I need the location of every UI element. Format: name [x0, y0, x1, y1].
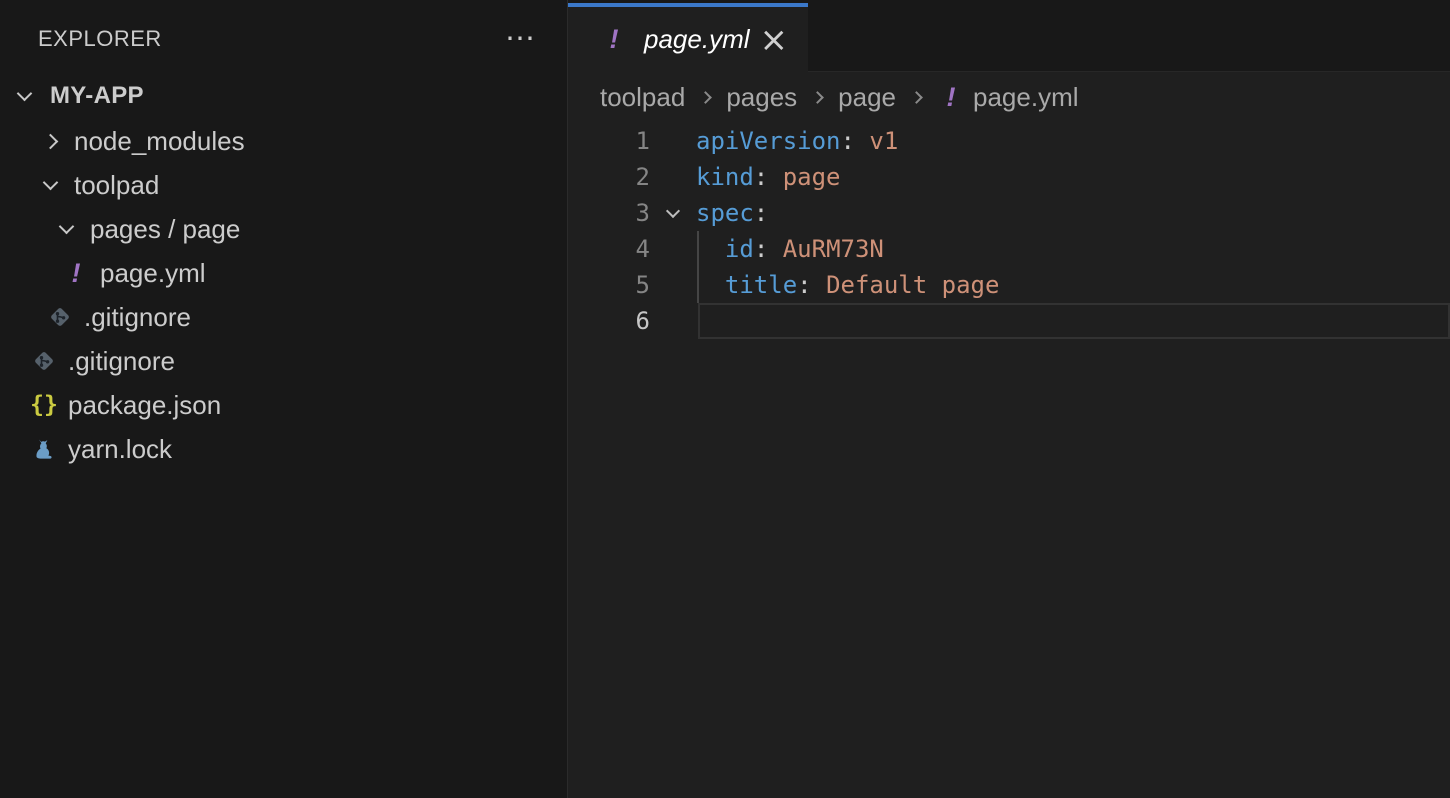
token-punc: : [841, 127, 870, 155]
tree-item-label: package.json [68, 390, 221, 421]
code-content: title: Default page [696, 267, 999, 303]
tree-item[interactable]: {} package.json [0, 383, 567, 427]
token-key: spec [696, 199, 754, 227]
chevron-right-icon [36, 136, 64, 147]
yarn-icon [30, 436, 58, 462]
line-number: 3 [568, 195, 650, 231]
token-key: kind [696, 163, 754, 191]
git-icon [30, 348, 58, 374]
tree-item-label: .gitignore [84, 302, 191, 333]
file-tree: node_modulestoolpad pages / page! page.yml… [0, 114, 567, 471]
fold-chevron-icon[interactable] [666, 203, 680, 217]
token-punc: : [754, 163, 783, 191]
token-str: AuRM73N [783, 235, 884, 263]
token-punc: : [754, 235, 783, 263]
line-number: 5 [568, 267, 650, 303]
more-actions-icon[interactable]: ⋯ [505, 24, 537, 54]
line-number: 2 [568, 159, 650, 195]
chevron-right-icon [699, 91, 712, 104]
fold-gutter [650, 231, 696, 267]
line-number: 6 [568, 303, 650, 339]
breadcrumb: toolpad pages page! page.yml [568, 72, 1450, 123]
workspace-section-header[interactable]: MY-APP [0, 78, 567, 114]
token-key: apiVersion [696, 127, 841, 155]
explorer-header: EXPLORER ⋯ [0, 0, 567, 78]
chevron-down-icon [36, 182, 64, 188]
code-line[interactable]: 1 apiVersion: v1 [568, 123, 1450, 159]
breadcrumb-item[interactable]: pages [726, 82, 797, 113]
tree-item-label: node_modules [74, 126, 245, 157]
explorer-title: EXPLORER [38, 26, 162, 52]
code-content: id: AuRM73N [696, 231, 884, 267]
code-line[interactable]: 4 id: AuRM73N [568, 231, 1450, 267]
token-ws [696, 271, 725, 299]
tree-item[interactable]: toolpad [0, 163, 567, 207]
code-line[interactable]: 6 [568, 303, 1450, 339]
code-content: apiVersion: v1 [696, 123, 898, 159]
tree-item-label: pages / page [90, 214, 240, 245]
token-str: v1 [869, 127, 898, 155]
line-number: 1 [568, 123, 650, 159]
token-punc: : [797, 271, 826, 299]
tree-item-label: .gitignore [68, 346, 175, 377]
chevron-right-icon [811, 91, 824, 104]
breadcrumb-file[interactable]: ! page.yml [937, 82, 1079, 113]
tree-item[interactable]: ! page.yml [0, 251, 567, 295]
explorer-sidebar: EXPLORER ⋯ MY-APP node_modulestoolpad pag… [0, 0, 568, 798]
fold-gutter [650, 267, 696, 303]
fold-gutter [650, 195, 696, 231]
code-line[interactable]: 3 spec: [568, 195, 1450, 231]
chevron-right-icon [910, 91, 923, 104]
token-punc: : [754, 199, 768, 227]
tree-item[interactable]: .gitignore [0, 339, 567, 383]
tab-bar: ! page.yml × [568, 0, 1450, 72]
code-editor[interactable]: 1apiVersion: v12kind: page3spec:4 id: Au… [568, 123, 1450, 798]
fold-gutter [650, 303, 696, 339]
breadcrumb-item[interactable]: toolpad [600, 82, 685, 113]
breadcrumb-file-label: page.yml [973, 82, 1079, 113]
breadcrumb-item[interactable]: page [838, 82, 896, 113]
token-str: Default page [826, 271, 999, 299]
git-icon [46, 304, 74, 330]
chevron-down-icon [10, 93, 38, 99]
editor-group: ! page.yml × toolpad pages page! page.yml 1… [568, 0, 1450, 798]
tab-page-yml[interactable]: ! page.yml × [568, 3, 808, 72]
token-ws [696, 235, 725, 263]
chevron-down-icon [52, 226, 80, 232]
warning-icon: ! [937, 84, 965, 111]
fold-gutter [650, 123, 696, 159]
vscode-window: EXPLORER ⋯ MY-APP node_modulestoolpadpag… [0, 0, 1450, 798]
workspace-name: MY-APP [50, 82, 144, 110]
tree-item[interactable]: yarn.lock [0, 427, 567, 471]
line-number: 4 [568, 231, 650, 267]
tab-label: page.yml [644, 24, 750, 55]
code-line[interactable]: 5 title: Default page [568, 267, 1450, 303]
fold-gutter [650, 159, 696, 195]
code-line[interactable]: 2 kind: page [568, 159, 1450, 195]
token-str: page [783, 163, 841, 191]
tree-item-label: toolpad [74, 170, 159, 201]
token-key: title [725, 271, 797, 299]
code-content: kind: page [696, 159, 841, 195]
tree-item[interactable]: .gitignore [0, 295, 567, 339]
warning-icon: ! [62, 260, 90, 287]
tree-item[interactable]: node_modules [0, 119, 567, 163]
tree-item[interactable]: pages / page [0, 207, 567, 251]
json-icon: {} [30, 394, 58, 417]
tree-item-label: yarn.lock [68, 434, 172, 465]
warning-icon: ! [600, 26, 628, 53]
token-key: id [725, 235, 754, 263]
code-content: spec: [696, 195, 768, 231]
close-icon[interactable]: × [760, 23, 789, 57]
tree-item-label: page.yml [100, 258, 206, 289]
